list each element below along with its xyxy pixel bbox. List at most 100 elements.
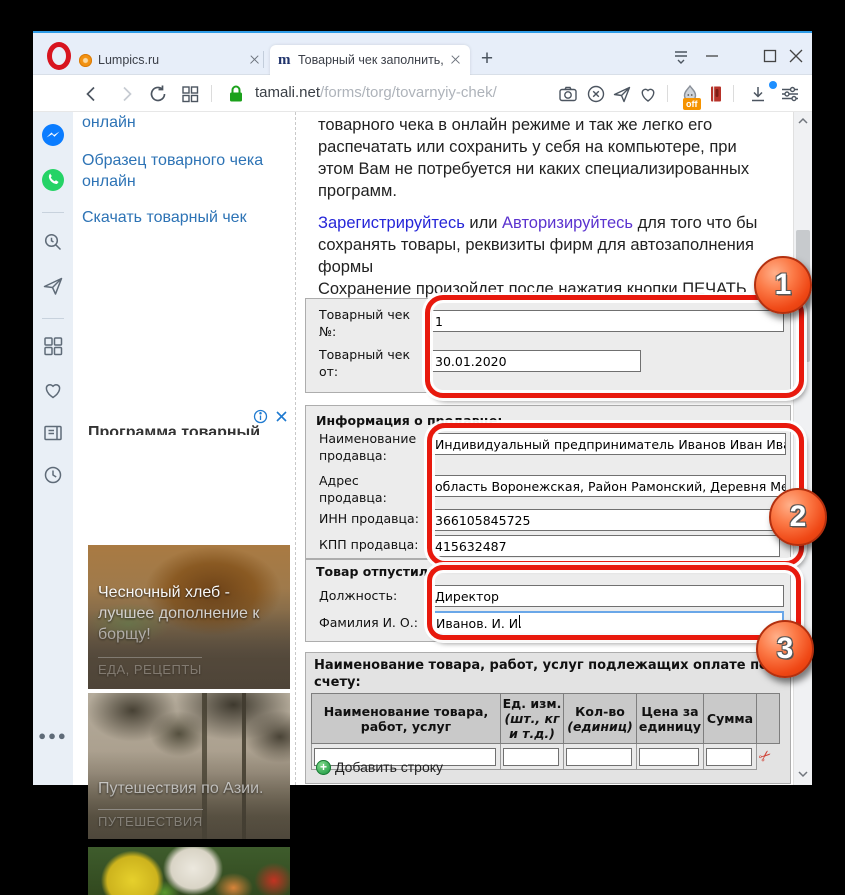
intro-paragraph: товарного чека в онлайн режиме и так же …: [318, 114, 793, 202]
bookmarks-heart-icon[interactable]: [41, 378, 65, 402]
tab-lumpics[interactable]: Lumpics.ru: [73, 45, 269, 75]
seller-name-label: Наименование продавца:: [319, 430, 424, 464]
intro-line: товарного чека в онлайн режиме и так же …: [318, 114, 793, 136]
tab-menu-icon[interactable]: [670, 45, 692, 69]
toolbar-divider: [211, 85, 212, 102]
back-icon[interactable]: [81, 83, 103, 105]
tab-close-icon[interactable]: [448, 52, 464, 68]
flow-plane-icon[interactable]: [41, 274, 65, 298]
minimize-button[interactable]: [701, 45, 723, 69]
scroll-down-icon[interactable]: [794, 767, 812, 783]
authorize-link[interactable]: Авторизируйтесь: [502, 214, 633, 232]
col-actions: [757, 694, 780, 744]
receipt-date-label: Товарный чек от:: [319, 346, 424, 380]
speed-dial-grid-icon[interactable]: [41, 334, 65, 358]
sidebar: ●●●: [33, 112, 73, 785]
sidebar-more-icon[interactable]: ●●●: [33, 728, 73, 743]
messenger-icon[interactable]: [41, 123, 65, 147]
seller-address-label: Адрес продавца:: [319, 472, 424, 506]
intro-line: программ.: [318, 180, 793, 202]
news-icon[interactable]: [41, 421, 65, 445]
col-qty: Кол-во(единиц): [564, 694, 637, 744]
ad-image-bread[interactable]: Чесночный хлеб - лучшее дополнение к бор…: [88, 545, 290, 689]
tamali-favicon-icon: m: [278, 53, 292, 67]
link-skachat[interactable]: Скачать товарный чек: [82, 207, 282, 228]
ad-headline[interactable]: Программа товарный: [88, 423, 288, 435]
blocked-ads-icon[interactable]: [585, 83, 607, 105]
text: или: [465, 214, 502, 232]
tab-close-icon[interactable]: [247, 52, 263, 68]
link-online[interactable]: онлайн: [82, 112, 282, 133]
col-unit: Ед. изм.(шт., кг и т.д.): [501, 694, 564, 744]
link-obrazec[interactable]: Образец товарного чека онлайн: [82, 150, 282, 192]
item-price-input[interactable]: [639, 748, 699, 766]
wallet-book-icon[interactable]: [705, 83, 727, 105]
speed-dial-icon[interactable]: [179, 83, 201, 105]
close-button[interactable]: [785, 45, 807, 69]
secure-lock-icon[interactable]: [225, 83, 247, 105]
tab-label: Товарный чек заполнить,: [298, 53, 448, 67]
left-column: онлайн Образец товарного чека онлайн Ска…: [73, 112, 296, 785]
tab-tovarny-chek[interactable]: m Товарный чек заполнить,: [270, 45, 470, 75]
items-heading: Наименование товара, работ, услуг подлеж…: [314, 657, 790, 691]
forward-icon[interactable]: [115, 83, 137, 105]
text: для того что бы: [633, 214, 757, 232]
delete-row-scissors-icon[interactable]: ✂: [755, 745, 776, 767]
add-row-button[interactable]: + Добавить строку: [316, 759, 443, 775]
position-label: Должность:: [319, 587, 429, 604]
ad-image-palms[interactable]: Путешествия по Азии. ПУТЕШЕСТВИЯ: [88, 693, 290, 839]
annotation-badge-3: 3: [756, 620, 814, 678]
history-clock-icon[interactable]: [41, 463, 65, 487]
annotation-rect-3: [427, 565, 801, 640]
table-header-row: Наименование товара, работ, услуг Ед. из…: [312, 694, 780, 744]
ad-card-title: Чесночный хлеб - лучшее дополнение к бор…: [98, 582, 283, 645]
scroll-up-icon[interactable]: [794, 114, 812, 130]
browser-window: Lumpics.ru m Товарный чек заполнить, +: [33, 31, 812, 783]
text-line: сохранять товары, реквизиты фирм для авт…: [318, 234, 793, 256]
dispenser-heading: Товар отпустил:: [316, 563, 433, 580]
seller-inn-label: ИНН продавца:: [319, 510, 429, 527]
tab-label: Lumpics.ru: [98, 53, 247, 67]
my-flow-icon[interactable]: [611, 83, 633, 105]
ad-card-title: Путешествия по Азии.: [98, 778, 283, 799]
download-notification-dot: [769, 81, 777, 89]
toolbar-divider: [733, 85, 734, 102]
sidebar-divider: [42, 212, 64, 213]
surname-label: Фамилия И. О.:: [319, 614, 429, 631]
settings-sliders-icon[interactable]: [779, 83, 801, 105]
register-link[interactable]: Зарегистрируйтесь: [318, 214, 465, 232]
add-row-label: Добавить строку: [335, 759, 443, 775]
register-paragraph: Зарегистрируйтесь или Авторизируйтесь дл…: [318, 212, 793, 300]
maximize-button[interactable]: [759, 45, 781, 69]
toolbar: tamali.net/forms/torg/tovarnyiy-chek/ of…: [33, 75, 812, 112]
ad-image-fruits[interactable]: [88, 847, 290, 895]
sidebar-divider: [42, 318, 64, 319]
register-line: Зарегистрируйтесь или Авторизируйтесь дл…: [318, 212, 793, 234]
vpn-off-badge: off: [683, 98, 701, 110]
desktop-background: Lumpics.ru m Товарный чек заполнить, +: [0, 0, 845, 814]
item-sum-input[interactable]: [706, 748, 752, 766]
bookmark-heart-icon[interactable]: [637, 83, 659, 105]
history-search-icon[interactable]: [41, 230, 65, 254]
intro-line: этом Вам не потребуется ни каких специал…: [318, 158, 793, 180]
text-line: формы: [318, 256, 793, 278]
url-host: tamali.net: [255, 84, 320, 101]
whatsapp-icon[interactable]: [41, 168, 65, 192]
opera-logo-icon[interactable]: [47, 42, 71, 70]
item-qty-input[interactable]: [566, 748, 632, 766]
item-unit-input[interactable]: [503, 748, 559, 766]
reload-icon[interactable]: [147, 83, 169, 105]
tab-divider: [263, 51, 264, 68]
annotation-rect-2: [427, 423, 804, 566]
plus-icon: +: [316, 760, 331, 775]
downloads-icon[interactable]: [747, 83, 769, 105]
annotation-rect-1: [425, 295, 804, 398]
new-tab-button[interactable]: +: [475, 47, 499, 71]
titlebar: Lumpics.ru m Товарный чек заполнить, +: [33, 33, 812, 75]
annotation-badge-1: 1: [754, 256, 812, 314]
annotation-badge-2: 2: [769, 488, 827, 546]
col-name: Наименование товара, работ, услуг: [312, 694, 501, 744]
address-bar[interactable]: tamali.net/forms/torg/tovarnyiy-chek/: [255, 84, 497, 101]
ad-card-category: ПУТЕШЕСТВИЯ: [98, 809, 203, 829]
snapshot-camera-icon[interactable]: [557, 83, 579, 105]
